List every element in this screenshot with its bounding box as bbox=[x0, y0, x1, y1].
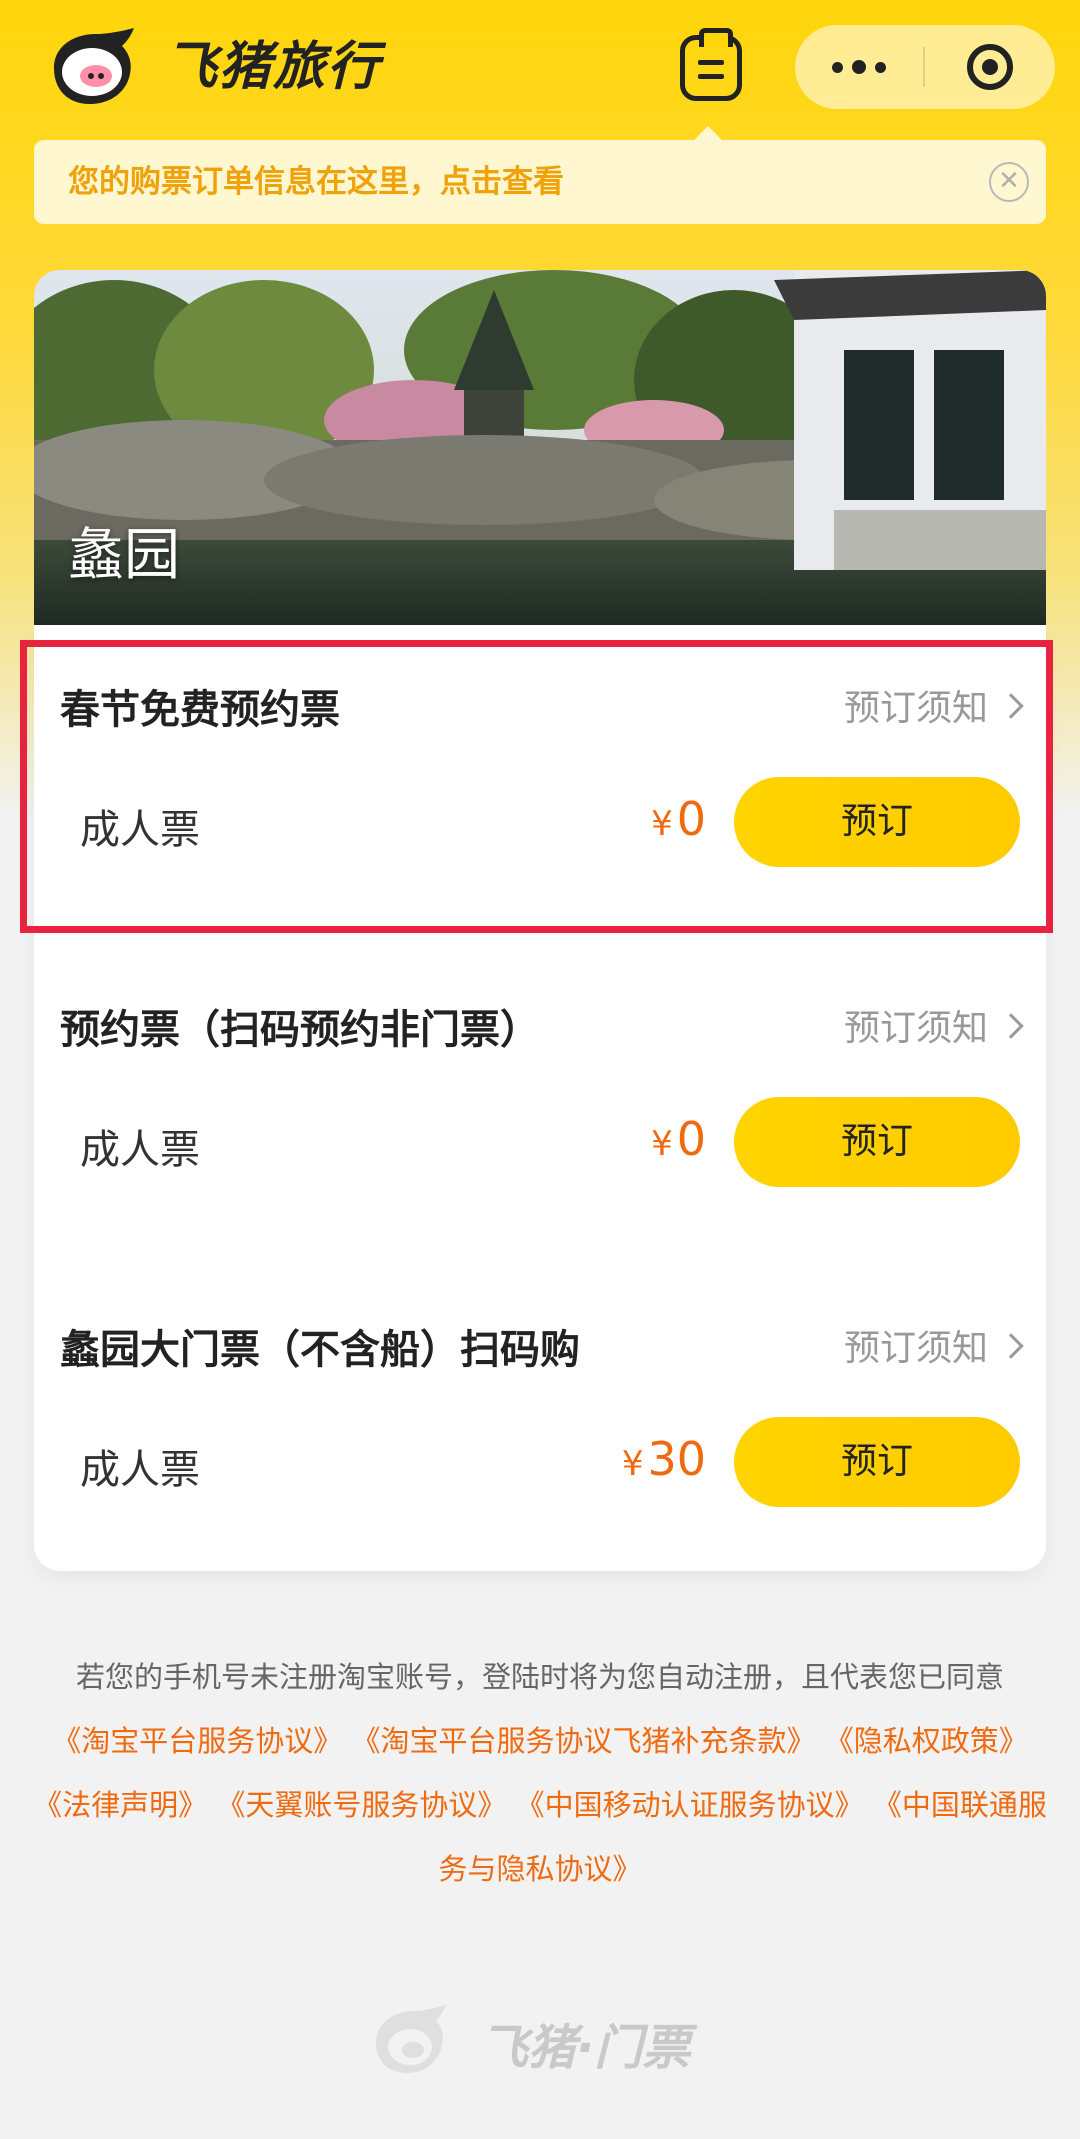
price-value: 30 bbox=[647, 1432, 706, 1486]
ticket-type: 成人票 bbox=[80, 1447, 200, 1493]
price-value: 0 bbox=[676, 1112, 706, 1166]
order-list-icon bbox=[698, 60, 724, 65]
legal-intro: 若您的手机号未注册淘宝账号，登陆时将为您自动注册，且代表您已同意 bbox=[75, 1660, 1004, 1694]
ticket-title: 蠡园大门票（不含船）扫码购 bbox=[60, 1327, 580, 1373]
ticket-type: 成人票 bbox=[80, 1127, 200, 1173]
chevron-right-icon bbox=[998, 1333, 1024, 1359]
more-button[interactable] bbox=[795, 25, 923, 109]
close-mini-program-button[interactable] bbox=[967, 44, 1013, 90]
attraction-hero-image: 蠡园 bbox=[34, 270, 1046, 625]
ticket-item: 蠡园大门票（不含船）扫码购 预订须知 成人票 ¥30 预订 bbox=[34, 1265, 1046, 1585]
agreement-link[interactable]: 《中国移动认证服务协议》 bbox=[516, 1788, 864, 1822]
currency-symbol: ¥ bbox=[621, 1444, 644, 1484]
header: 飞猪旅行 bbox=[0, 0, 1080, 135]
agreement-link[interactable]: 《天翼账号服务协议》 bbox=[216, 1788, 506, 1822]
capsule-divider bbox=[923, 47, 925, 87]
currency-symbol: ¥ bbox=[651, 1124, 673, 1164]
order-tip-banner[interactable]: 您的购票订单信息在这里，点击查看 ✕ bbox=[34, 126, 1046, 224]
agreement-link[interactable]: 《淘宝平台服务协议飞猪补充条款》 bbox=[351, 1724, 815, 1758]
order-list-line bbox=[698, 74, 724, 79]
agreement-link[interactable]: 《隐私权政策》 bbox=[825, 1724, 1028, 1758]
legal-agreement: 若您的手机号未注册淘宝账号，登陆时将为您自动注册，且代表您已同意 《淘宝平台服务… bbox=[20, 1645, 1060, 1901]
footer-brand: 飞猪·门票 bbox=[480, 2020, 691, 2076]
fliggy-logo-icon bbox=[54, 28, 134, 104]
brand-title: 飞猪旅行 bbox=[165, 37, 382, 97]
more-dot-icon bbox=[852, 60, 866, 74]
booking-notice-link[interactable]: 预订须知 bbox=[843, 999, 1024, 1051]
more-dot-icon bbox=[875, 61, 886, 73]
attraction-name: 蠡园 bbox=[68, 523, 180, 588]
tip-close-icon[interactable]: ✕ bbox=[989, 162, 1029, 202]
highlight-box bbox=[20, 640, 1053, 933]
agreement-link[interactable]: 《法律声明》 bbox=[33, 1788, 207, 1822]
booking-notice-label: 预订须知 bbox=[843, 1008, 988, 1049]
orders-button[interactable] bbox=[680, 28, 742, 101]
mini-program-capsule bbox=[795, 25, 1055, 109]
chevron-right-icon bbox=[998, 1013, 1024, 1039]
ticket-item: 预约票（扫码预约非门票） 预订须知 成人票 ¥0 预订 bbox=[34, 945, 1046, 1265]
booking-notice-label: 预订须知 bbox=[843, 1328, 988, 1369]
ticket-title: 预约票（扫码预约非门票） bbox=[60, 1007, 540, 1053]
book-button[interactable]: 预订 bbox=[734, 1417, 1020, 1507]
ticket-price: ¥30 bbox=[622, 1432, 706, 1486]
garden-scene-image bbox=[34, 270, 1046, 625]
booking-notice-link[interactable]: 预订须知 bbox=[843, 1319, 1024, 1371]
order-tip-text: 您的购票订单信息在这里，点击查看 bbox=[68, 164, 564, 200]
agreement-link[interactable]: 《淘宝平台服务协议》 bbox=[52, 1724, 342, 1758]
book-button[interactable]: 预订 bbox=[734, 1097, 1020, 1187]
ticket-price: ¥0 bbox=[651, 1112, 706, 1166]
more-dot-icon bbox=[832, 61, 843, 73]
